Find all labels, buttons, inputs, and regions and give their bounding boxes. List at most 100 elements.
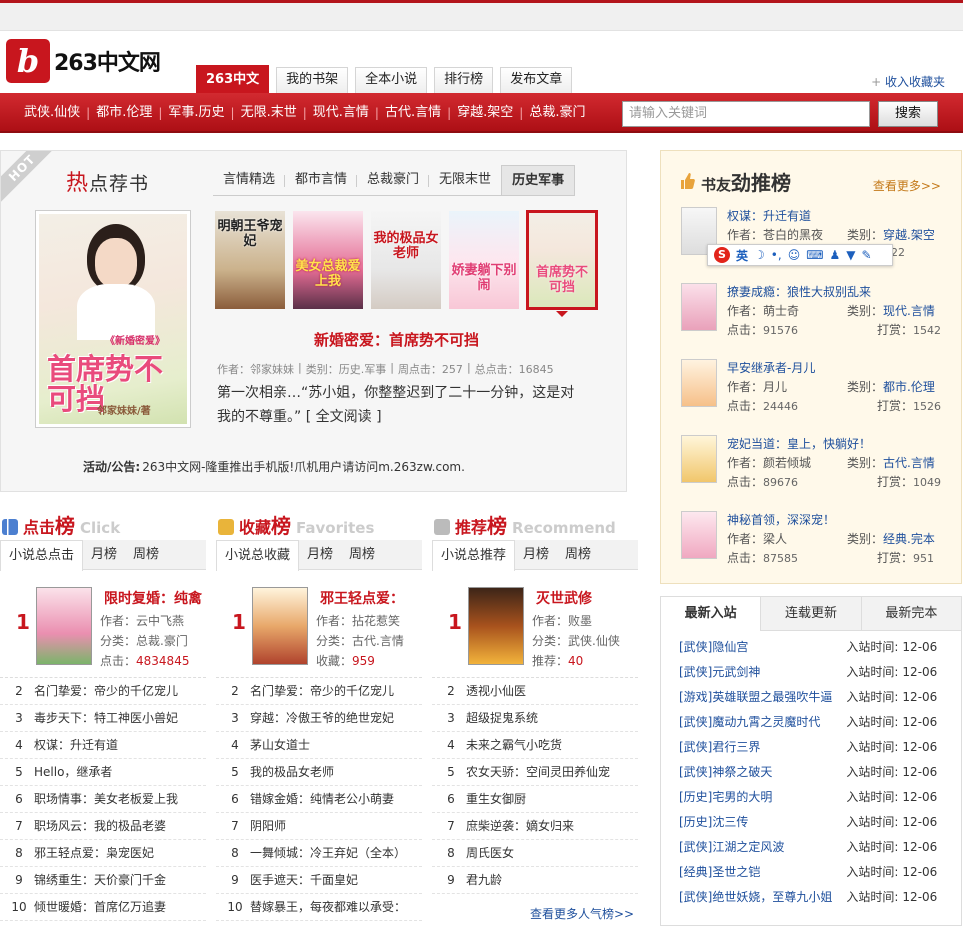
- new-arrival-item[interactable]: [武侠] 君行三界 入站时间: 12-06: [679, 735, 961, 760]
- category-link[interactable]: 都市.伦理: [90, 93, 158, 133]
- rank-book-title[interactable]: 锦绣重生：天价豪门千金: [34, 867, 166, 893]
- rank-book-title[interactable]: 穿越：冷傲王爷的绝世宠妃: [250, 705, 394, 731]
- thumb-book-2[interactable]: 美女总裁爱上我: [293, 211, 363, 309]
- friend-item-cover[interactable]: [681, 359, 717, 407]
- thumb-book-5[interactable]: 首席势不可挡: [526, 210, 598, 310]
- rank-tab[interactable]: 小说总收藏: [216, 540, 300, 571]
- search-button[interactable]: 搜索: [878, 101, 938, 127]
- moon-icon[interactable]: ☽: [754, 248, 765, 262]
- nav-tab-completed[interactable]: 全本小说: [355, 67, 428, 93]
- punct-icon[interactable]: •,: [771, 248, 782, 262]
- rank-list-item[interactable]: 7 阴阳师: [216, 813, 422, 840]
- rank-list-item[interactable]: 8 邪王轻点爱：枭宠医妃: [0, 840, 206, 867]
- rank-list-item[interactable]: 2 名门挚爱：帝少的千亿宠儿: [216, 678, 422, 705]
- new-arrival-category[interactable]: [武侠]: [679, 710, 712, 735]
- smile-icon[interactable]: ☺: [788, 248, 801, 262]
- rank-book-title[interactable]: 职场情事：美女老板爱上我: [34, 786, 178, 812]
- tab-serial-updates[interactable]: 连载更新: [760, 597, 860, 630]
- rank-list-item[interactable]: 4 权谋：升迁有道: [0, 732, 206, 759]
- rank-list-item[interactable]: 5 我的极品女老师: [216, 759, 422, 786]
- friend-item[interactable]: 宠妃当道：皇上，快躺好！ 作者：颜若倾城 类别：古代.言情 点击：89676 打赏：10…: [681, 433, 961, 505]
- new-arrival-item[interactable]: [武侠] 隐仙宫 入站时间: 12-06: [679, 635, 961, 660]
- rank-book-title[interactable]: 名门挚爱：帝少的千亿宠儿: [34, 678, 178, 704]
- rank-top-title[interactable]: 限时复婚：纯禽: [104, 588, 202, 608]
- new-arrival-item[interactable]: [武侠] 元武剑神 入站时间: 12-06: [679, 660, 961, 685]
- rank-book-title[interactable]: 农女天骄：空间灵田养仙宠: [466, 759, 610, 785]
- thumb-book-3[interactable]: 我的极品女老师: [371, 211, 441, 309]
- rank-list-item[interactable]: 8 周氏医女: [432, 840, 638, 867]
- new-arrival-category[interactable]: [历史]: [679, 810, 712, 835]
- rank-book-title[interactable]: 周氏医女: [466, 840, 514, 866]
- new-arrival-item[interactable]: [游戏] 英雄联盟之最强吹牛逼 入站时间: 12-06: [679, 685, 961, 710]
- new-arrival-item[interactable]: [武侠] 江湖之定风波 入站时间: 12-06: [679, 835, 961, 860]
- shirt-icon[interactable]: ▼: [846, 248, 855, 262]
- rank-more-link[interactable]: 查看更多人气榜>>: [530, 905, 634, 922]
- rank-list-item[interactable]: 3 穿越：冷傲王爷的绝世宠妃: [216, 705, 422, 732]
- rank-top-item[interactable]: 1 邪王轻点爱： 作者：拈花惹笑 分类：古代.言情 收藏：959: [216, 570, 422, 678]
- new-arrival-category[interactable]: [武侠]: [679, 835, 712, 860]
- friend-item-title[interactable]: 早安继承者-月儿: [727, 361, 815, 375]
- rank-tab[interactable]: 月榜: [515, 540, 557, 569]
- tab-new-arrivals[interactable]: 最新入站: [661, 597, 761, 632]
- rank-list-item[interactable]: 10 替嫁暴王，每夜都难以承受：: [216, 894, 422, 921]
- rank-book-title[interactable]: 邪王轻点爱：枭宠医妃: [34, 840, 154, 866]
- rank-top-item[interactable]: 1 限时复婚：纯禽 作者：云中飞燕 分类：总裁.豪门 点击：4834845: [0, 570, 206, 678]
- nav-tab-home[interactable]: 263中文: [196, 65, 270, 93]
- rank-tab[interactable]: 小说总点击: [0, 540, 84, 571]
- rank-book-title[interactable]: 权谋：升迁有道: [34, 732, 118, 758]
- new-arrival-category[interactable]: [武侠]: [679, 660, 712, 685]
- rank-book-title[interactable]: 替嫁暴王，每夜都难以承受：: [250, 894, 406, 920]
- friend-item[interactable]: 神秘首领，深深宠！ 作者：梁人 类别：经典.完本 点击：87585 打赏：951: [681, 509, 961, 581]
- new-arrival-title[interactable]: 江湖之定风波: [712, 835, 846, 860]
- rank-list-item[interactable]: 6 错嫁金婚：纯情老公小萌妻: [216, 786, 422, 813]
- rank-list-item[interactable]: 9 锦绣重生：天价豪门千金: [0, 867, 206, 894]
- search-input[interactable]: 请输入关键词: [622, 101, 870, 127]
- rank-list-item[interactable]: 3 超级捉鬼系统: [432, 705, 638, 732]
- hot-tab-history[interactable]: 历史军事: [501, 165, 576, 195]
- friend-item-cover[interactable]: [681, 435, 717, 483]
- rank-tab[interactable]: 月榜: [299, 540, 341, 569]
- rank-book-title[interactable]: 我的极品女老师: [250, 759, 334, 785]
- friend-item-category[interactable]: 现代.言情: [883, 304, 935, 318]
- new-arrival-title[interactable]: 宅男的大明: [712, 785, 846, 810]
- hot-tab-apocalypse[interactable]: 无限末世: [429, 165, 501, 195]
- friend-item[interactable]: 撩妻成瘾：狼性大叔别乱来 作者：萌士奇 类别：现代.言情 点击：91576 打赏：154…: [681, 281, 961, 353]
- rank-book-title[interactable]: 透视小仙医: [466, 678, 526, 704]
- new-arrival-title[interactable]: 神祭之破天: [712, 760, 846, 785]
- rank-list-item[interactable]: 5 农女天骄：空间灵田养仙宠: [432, 759, 638, 786]
- category-link[interactable]: 无限.末世: [235, 93, 303, 133]
- new-arrival-item[interactable]: [武侠] 绝世妖娆，至尊九小姐 入站时间: 12-06: [679, 885, 961, 910]
- rank-tab[interactable]: 月榜: [83, 540, 125, 569]
- rank-list-item[interactable]: 4 未来之霸气小吃货: [432, 732, 638, 759]
- rank-list-item[interactable]: 6 职场情事：美女老板爱上我: [0, 786, 206, 813]
- hot-tab-ceo[interactable]: 总裁豪门: [357, 165, 430, 195]
- rank-tab[interactable]: 周榜: [341, 540, 383, 569]
- rank-book-title[interactable]: 未来之霸气小吃货: [466, 732, 562, 758]
- user-icon[interactable]: ♟: [830, 248, 841, 262]
- ime-toolbar[interactable]: S 英 ☽ •, ☺ ⌨ ♟ ▼ ✎: [707, 244, 893, 266]
- friend-item-title[interactable]: 权谋：升迁有道: [727, 209, 811, 223]
- rank-list-item[interactable]: 7 庶柴逆袭：嫡女归来: [432, 813, 638, 840]
- rank-top-cover[interactable]: [36, 587, 92, 665]
- new-arrival-title[interactable]: 英雄联盟之最强吹牛逼: [712, 685, 846, 710]
- new-arrival-title[interactable]: 魔动九霄之灵魔时代: [712, 710, 846, 735]
- new-arrival-category[interactable]: [经典]: [679, 860, 712, 885]
- new-arrival-category[interactable]: [武侠]: [679, 885, 712, 910]
- friend-item-cover[interactable]: [681, 511, 717, 559]
- hot-book-desc[interactable]: 第一次相亲…“苏小姐，你整整迟到了二十一分钟，这是对我的不尊重。” [ 全文阅读…: [217, 381, 587, 429]
- new-arrival-title[interactable]: 圣世之铠: [712, 860, 846, 885]
- friend-item[interactable]: 权谋：升迁有道作者：苍白的黑夜类别：穿越.架空点击：2022: [681, 205, 961, 277]
- new-arrival-title[interactable]: 隐仙宫: [712, 635, 846, 660]
- friend-item-title[interactable]: 神秘首领，深深宠！: [727, 513, 835, 527]
- rank-book-title[interactable]: 毒步天下：特工神医小兽妃: [34, 705, 178, 731]
- friend-item-category[interactable]: 经典.完本: [883, 532, 935, 546]
- rank-list-item[interactable]: 9 君九龄: [432, 867, 638, 894]
- friend-item-title[interactable]: 撩妻成瘾：狼性大叔别乱来: [727, 285, 871, 299]
- notice-text[interactable]: 263中文网-隆重推出手机版!爪机用户请访问m.263zw.com.: [142, 460, 465, 474]
- rank-list-item[interactable]: 3 毒步天下：特工神医小兽妃: [0, 705, 206, 732]
- new-arrival-item[interactable]: [历史] 沈三传 入站时间: 12-06: [679, 810, 961, 835]
- rank-tab[interactable]: 周榜: [557, 540, 599, 569]
- rank-list-item[interactable]: 6 重生女御厨: [432, 786, 638, 813]
- friend-item[interactable]: 早安继承者-月儿 作者：月儿 类别：都市.伦理 点击：24446 打赏：1526: [681, 357, 961, 429]
- new-arrival-category[interactable]: [游戏]: [679, 685, 712, 710]
